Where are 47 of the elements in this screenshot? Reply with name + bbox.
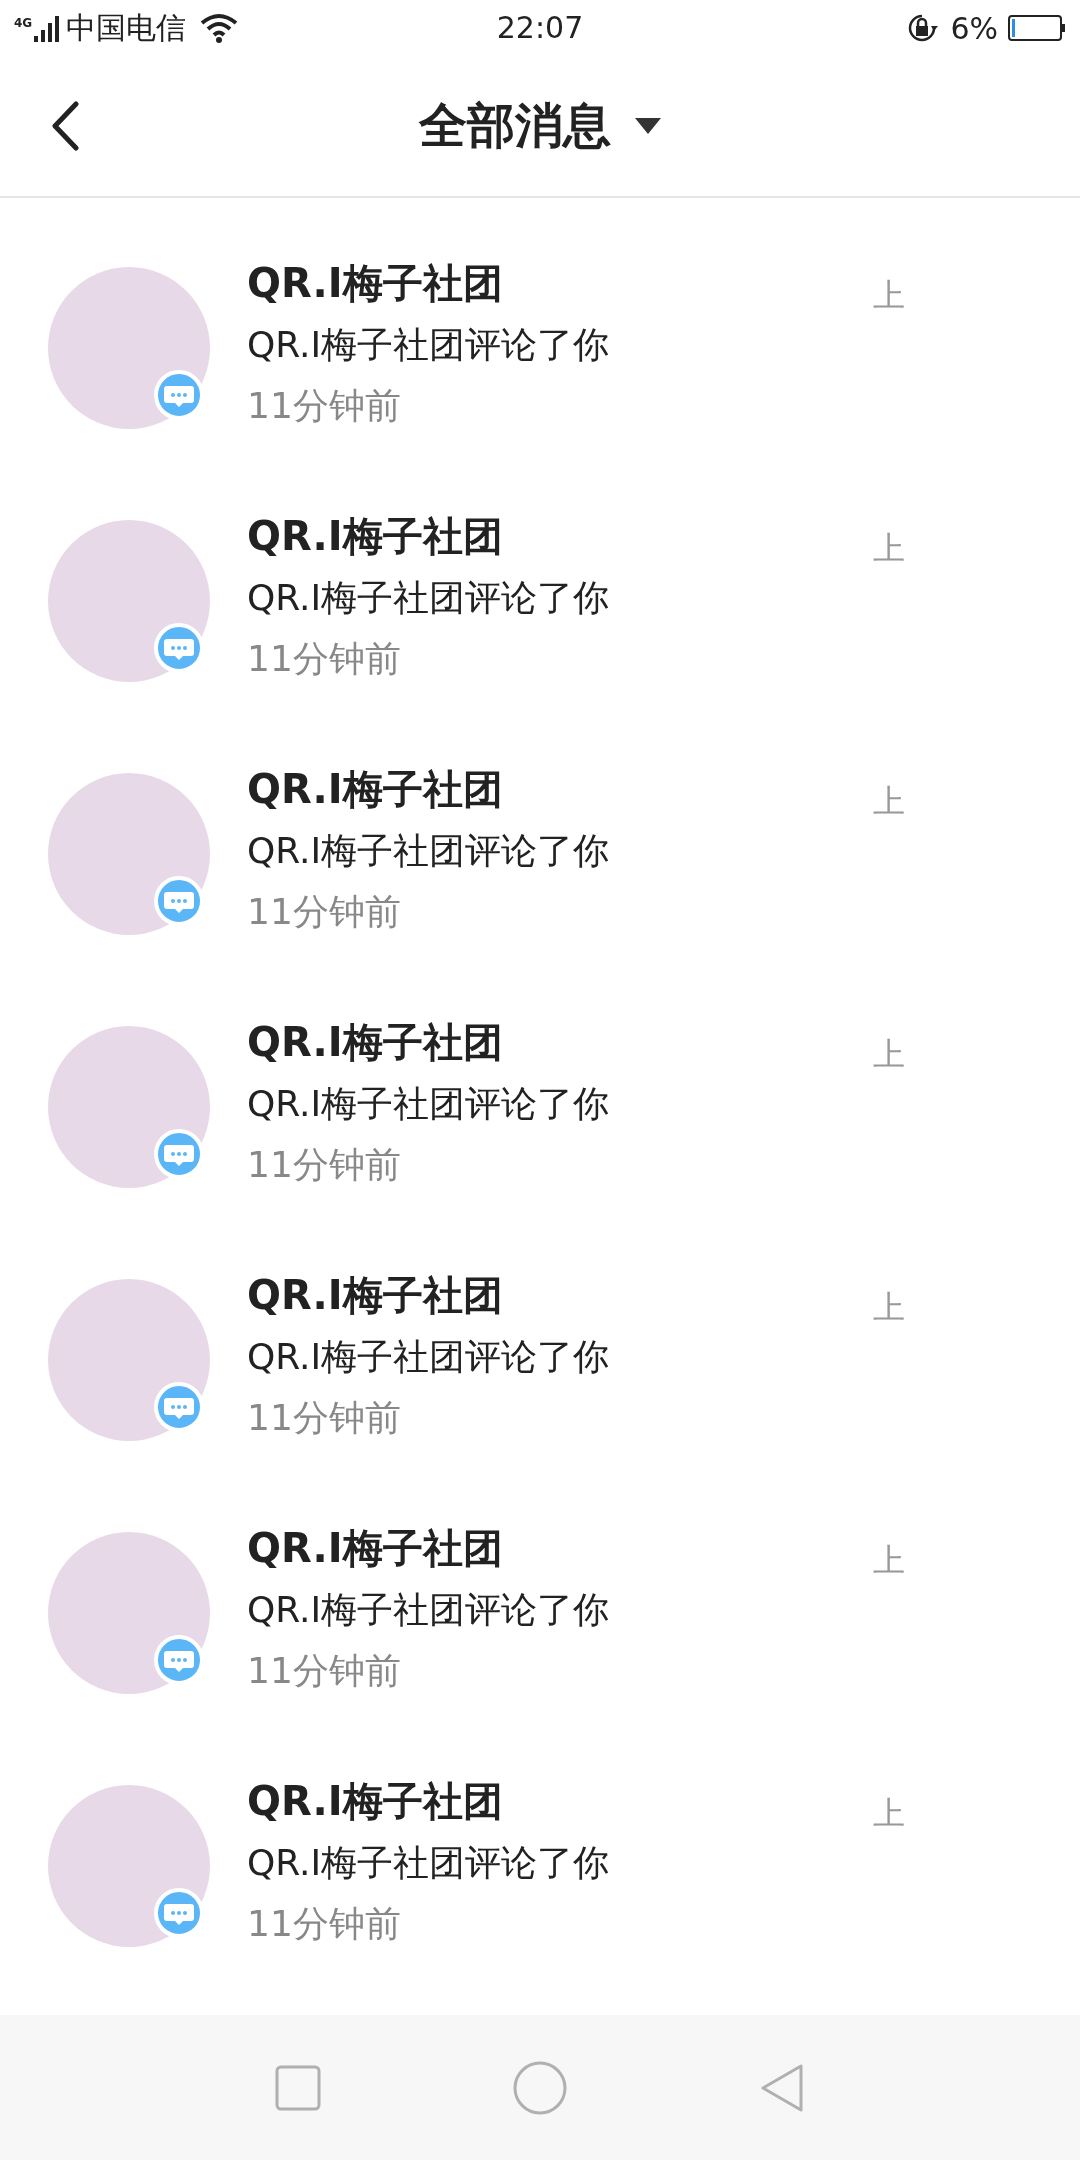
message-label: 上 xyxy=(873,781,905,822)
message-time: 11分钟前 xyxy=(247,1143,402,1187)
message-text: QR.I梅子社团评论了你 xyxy=(247,1335,611,1379)
clock-time: 22:07 xyxy=(496,10,584,45)
message-label: 上 xyxy=(873,528,905,569)
comment-badge-icon xyxy=(154,370,204,420)
sender-name: QR.I梅子社团 xyxy=(247,1524,504,1573)
caret-icon[interactable] xyxy=(635,118,661,134)
message-time: 11分钟前 xyxy=(247,637,402,681)
back-icon[interactable] xyxy=(50,101,80,151)
home-icon[interactable] xyxy=(512,2059,568,2116)
sender-name: QR.I梅子社团 xyxy=(247,512,504,561)
comment-badge-icon xyxy=(154,1888,204,1938)
comment-badge-icon xyxy=(154,1635,204,1685)
message-text: QR.I梅子社团评论了你 xyxy=(247,829,611,873)
comment-badge-icon xyxy=(154,1129,204,1179)
message-time: 11分钟前 xyxy=(247,384,402,428)
recents-icon[interactable] xyxy=(275,2064,322,2111)
message-text: QR.I梅子社团评论了你 xyxy=(247,1588,611,1632)
message-label: 上 xyxy=(873,1793,905,1834)
message-text: QR.I梅子社团评论了你 xyxy=(247,323,611,367)
message-time: 11分钟前 xyxy=(247,1649,402,1693)
message-time: 11分钟前 xyxy=(247,1396,402,1440)
comment-badge-icon xyxy=(154,1382,204,1432)
message-text: QR.I梅子社团评论了你 xyxy=(247,1082,611,1126)
sender-name: QR.I梅子社团 xyxy=(247,259,504,308)
sender-name: QR.I梅子社团 xyxy=(247,1271,504,1320)
carrier-name: 中国电信 xyxy=(66,8,187,47)
message-text: QR.I梅子社团评论了你 xyxy=(247,576,611,620)
sender-name: QR.I梅子社团 xyxy=(247,765,504,814)
battery-percent: 6% xyxy=(950,10,998,46)
message-label: 上 xyxy=(873,1034,905,1075)
network-type: 4G xyxy=(14,15,33,30)
sender-name: QR.I梅子社团 xyxy=(247,1018,504,1067)
comment-badge-icon xyxy=(154,623,204,673)
signal-icon xyxy=(34,14,61,42)
page-title[interactable]: 全部消息 xyxy=(419,94,611,158)
message-label: 上 xyxy=(873,1540,905,1581)
message-time: 11分钟前 xyxy=(247,890,402,934)
battery-icon xyxy=(1008,15,1066,41)
message-text: QR.I梅子社团评论了你 xyxy=(247,1841,611,1885)
sender-name: QR.I梅子社团 xyxy=(247,1777,504,1826)
message-label: 上 xyxy=(873,1287,905,1328)
wifi-icon xyxy=(200,13,239,43)
message-time: 11分钟前 xyxy=(247,1902,402,1946)
comment-badge-icon xyxy=(154,876,204,926)
message-label: 上 xyxy=(873,275,905,316)
